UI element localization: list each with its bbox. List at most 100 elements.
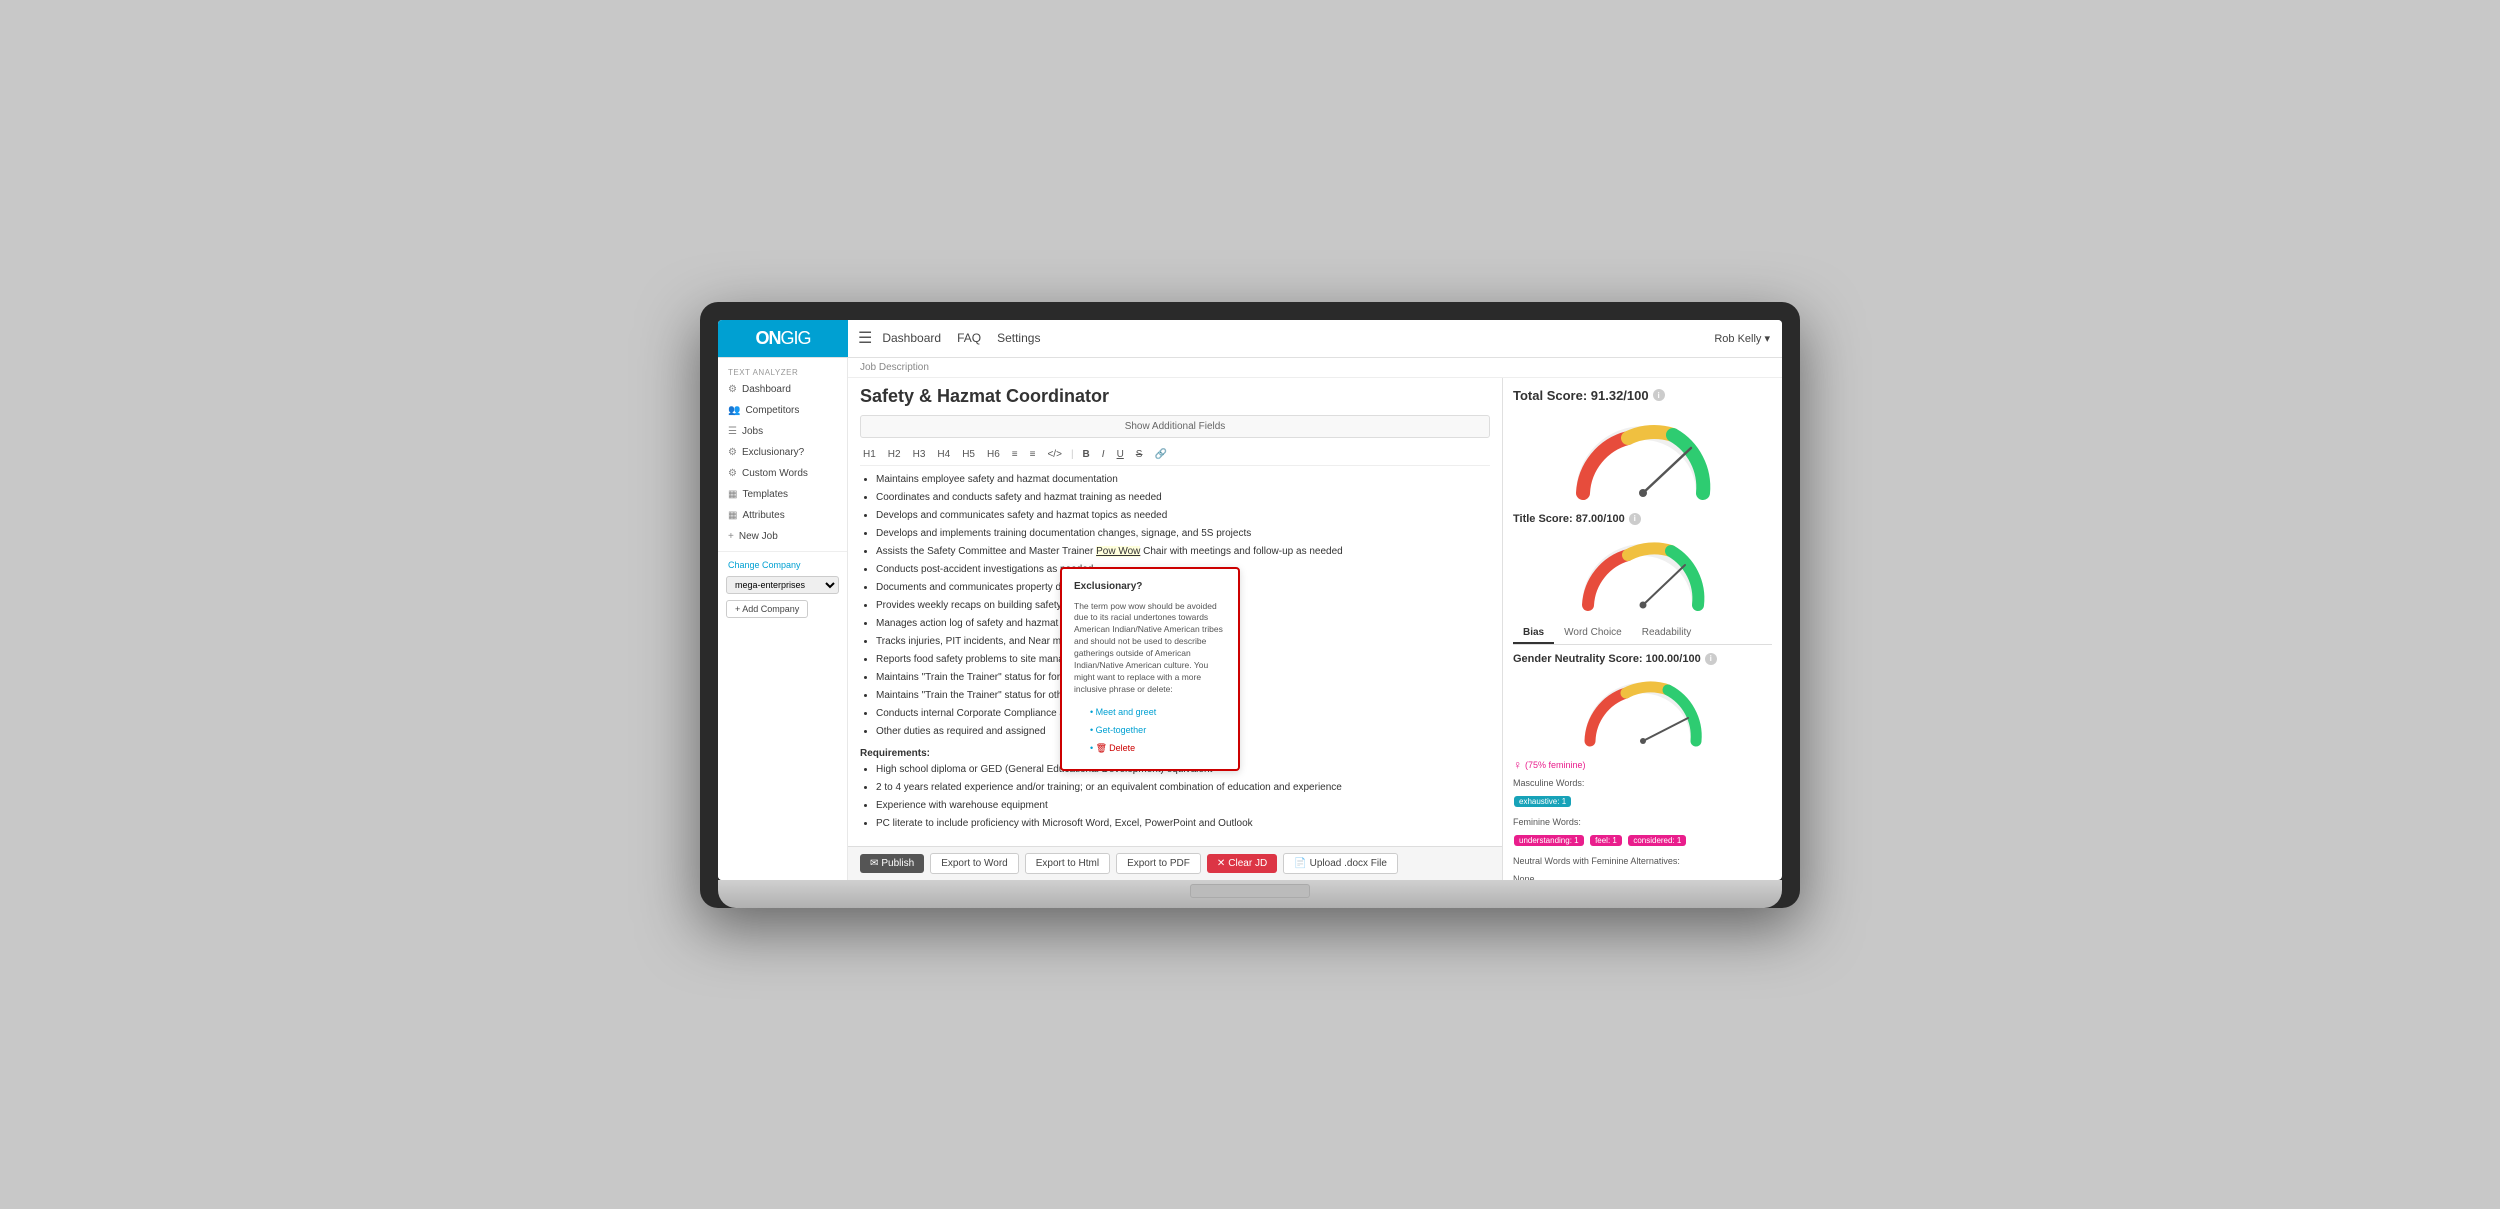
title-score-gauge	[1513, 533, 1772, 613]
total-score-info-icon[interactable]: i	[1653, 389, 1665, 401]
person-icon: ♀	[1513, 758, 1522, 772]
export-pdf-button[interactable]: Export to PDF	[1116, 853, 1201, 874]
link-button[interactable]: 🔗	[1151, 448, 1169, 461]
tab-readability[interactable]: Readability	[1632, 623, 1701, 644]
upload-docx-button[interactable]: 📄 Upload .docx File	[1283, 853, 1398, 874]
bottom-toolbar: ✉ Publish Export to Word Export to Html …	[848, 846, 1502, 880]
gender-score-gauge	[1513, 673, 1772, 748]
sidebar-item-exclusionary[interactable]: ⚙ Exclusionary?	[718, 442, 847, 463]
neutral-words-value: None	[1513, 874, 1535, 880]
masculine-words-section: Masculine Words: exhaustive: 1	[1513, 778, 1772, 809]
trash-icon: 🗑	[1096, 743, 1107, 753]
sidebar-item-custom-words[interactable]: ⚙ Custom Words	[718, 463, 847, 484]
list-item: 2 to 4 years related experience and/or t…	[876, 780, 1490, 796]
breadcrumb: Job Description	[848, 358, 1782, 378]
ordered-list-button[interactable]: ≡	[1027, 448, 1039, 461]
list-item: PC literate to include proficiency with …	[876, 816, 1490, 832]
sidebar-item-dashboard[interactable]: ⚙ Dashboard	[718, 379, 847, 400]
tab-word-choice[interactable]: Word Choice	[1554, 623, 1632, 644]
export-html-button[interactable]: Export to Html	[1025, 853, 1110, 874]
sidebar-item-new-job[interactable]: + New Job	[718, 526, 847, 547]
change-company-link[interactable]: Change Company	[718, 556, 847, 574]
strikethrough-button[interactable]: S	[1133, 448, 1146, 461]
unordered-list-button[interactable]: ≡	[1009, 448, 1021, 461]
exclusionary-tooltip: Exclusionary? The term pow wow should be…	[1060, 567, 1240, 771]
suggestion-delete[interactable]: 🗑Delete	[1090, 740, 1226, 756]
masculine-word-badge[interactable]: exhaustive: 1	[1514, 796, 1571, 807]
feminine-word-badge[interactable]: feel: 1	[1590, 835, 1622, 846]
hamburger-icon[interactable]: ☰	[858, 328, 872, 348]
competitors-icon: 👥	[728, 405, 740, 416]
gender-score-info-icon[interactable]: i	[1705, 653, 1717, 665]
suggestion-meet-greet[interactable]: Meet and greet	[1090, 704, 1226, 720]
code-button[interactable]: </>	[1044, 448, 1064, 461]
highlighted-term[interactable]: Pow Wow	[1096, 546, 1140, 557]
add-company-button[interactable]: + Add Company	[726, 600, 808, 618]
tab-bias[interactable]: Bias	[1513, 623, 1554, 644]
company-select[interactable]: mega-enterprises	[726, 576, 839, 594]
feminine-word-badge[interactable]: understanding: 1	[1514, 835, 1584, 846]
clear-jd-button[interactable]: ✕ Clear JD	[1207, 854, 1277, 873]
list-item: Maintains employee safety and hazmat doc…	[876, 472, 1490, 488]
sidebar-item-label: New Job	[739, 531, 778, 542]
clear-icon: ✕	[1217, 858, 1225, 869]
trackpad	[1190, 884, 1310, 898]
exclusionary-icon: ⚙	[728, 447, 737, 458]
italic-button[interactable]: I	[1099, 448, 1108, 461]
user-menu[interactable]: Rob Kelly ▾	[1714, 332, 1770, 345]
export-word-button[interactable]: Export to Word	[930, 853, 1019, 874]
sidebar-item-attributes[interactable]: ▦ Attributes	[718, 505, 847, 526]
logo: ONGIG	[718, 320, 848, 358]
h6-button[interactable]: H6	[984, 448, 1003, 461]
list-item: Develops and implements training documen…	[876, 526, 1490, 542]
h3-button[interactable]: H3	[910, 448, 929, 461]
tooltip-title: Exclusionary?	[1074, 579, 1226, 595]
show-additional-fields-button[interactable]: Show Additional Fields	[860, 415, 1490, 438]
title-score-heading: Title Score: 87.00/100 i	[1513, 513, 1772, 525]
feminine-word-badge[interactable]: considered: 1	[1628, 835, 1686, 846]
nav-faq[interactable]: FAQ	[957, 331, 981, 345]
h2-button[interactable]: H2	[885, 448, 904, 461]
nav-dashboard[interactable]: Dashboard	[882, 331, 941, 345]
top-nav: ONGIG ☰ Dashboard FAQ Settings Rob Kelly…	[718, 320, 1782, 358]
sidebar-item-jobs[interactable]: ☰ Jobs	[718, 421, 847, 442]
total-score-gauge	[1513, 413, 1772, 503]
editor-area: Show Additional Fields H1 H2 H3 H4 H5 H6…	[848, 378, 1502, 880]
sidebar: TEXT ANALYZER ⚙ Dashboard 👥 Competitors …	[718, 358, 848, 880]
list-item: Experience with warehouse equipment	[876, 798, 1490, 814]
nav-settings[interactable]: Settings	[997, 331, 1040, 345]
feminine-words-label: Feminine Words:	[1513, 817, 1772, 827]
toolbar-separator: |	[1071, 449, 1074, 460]
editor-content[interactable]: Maintains employee safety and hazmat doc…	[860, 472, 1490, 838]
sidebar-item-label: Templates	[742, 489, 788, 500]
feminine-words-section: Feminine Words: understanding: 1 feel: 1…	[1513, 817, 1772, 848]
h5-button[interactable]: H5	[959, 448, 978, 461]
sidebar-item-label: Attributes	[742, 510, 784, 521]
suggestion-get-together[interactable]: Get-together	[1090, 722, 1226, 738]
nav-links: Dashboard FAQ Settings	[882, 331, 1040, 345]
attributes-icon: ▦	[728, 510, 737, 521]
logo-text: ONGIG	[755, 328, 810, 349]
h4-button[interactable]: H4	[934, 448, 953, 461]
templates-icon: ▦	[728, 489, 737, 500]
sidebar-item-label: Jobs	[742, 426, 763, 437]
underline-button[interactable]: U	[1114, 448, 1127, 461]
job-title-input[interactable]	[860, 386, 1490, 407]
tooltip-body: The term pow wow should be avoided due t…	[1074, 601, 1226, 696]
publish-button[interactable]: ✉ Publish	[860, 854, 924, 873]
sidebar-label: TEXT ANALYZER	[718, 364, 847, 379]
sidebar-item-label: Exclusionary?	[742, 447, 804, 458]
title-score-info-icon[interactable]: i	[1629, 513, 1641, 525]
analysis-tabs: Bias Word Choice Readability	[1513, 623, 1772, 645]
list-item: Develops and communicates safety and haz…	[876, 508, 1490, 524]
sidebar-item-competitors[interactable]: 👥 Competitors	[718, 400, 847, 421]
h1-button[interactable]: H1	[860, 448, 879, 461]
bold-button[interactable]: B	[1080, 448, 1093, 461]
tooltip-suggestions: Meet and greet Get-together 🗑Delete	[1074, 704, 1226, 757]
editor-toolbar: H1 H2 H3 H4 H5 H6 ≡ ≡ </> | B	[860, 444, 1490, 466]
custom-words-icon: ⚙	[728, 468, 737, 479]
sidebar-item-label: Dashboard	[742, 384, 791, 395]
dashboard-icon: ⚙	[728, 384, 737, 395]
sidebar-item-templates[interactable]: ▦ Templates	[718, 484, 847, 505]
gender-score-heading: Gender Neutrality Score: 100.00/100 i	[1513, 653, 1772, 665]
